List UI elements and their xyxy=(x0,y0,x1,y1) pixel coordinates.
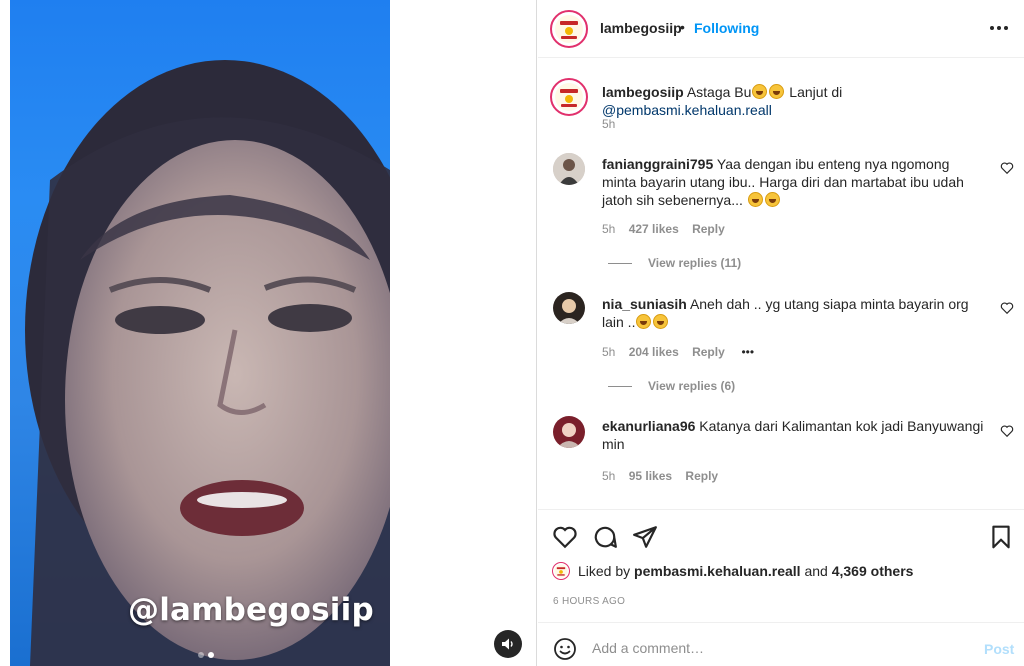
caption-time: 5h xyxy=(602,117,616,131)
like-comment-heart-icon[interactable] xyxy=(1000,301,1014,315)
comment-likes[interactable]: 427 likes xyxy=(629,222,679,236)
comment-input[interactable] xyxy=(592,635,962,661)
post-comment-button[interactable]: Post xyxy=(984,641,1014,657)
comment-text: nia_suniasih Aneh dah .. yg utang siapa … xyxy=(602,295,987,331)
laughing-emoji-icon xyxy=(653,314,669,329)
mute-toggle-button[interactable] xyxy=(494,630,522,658)
following-button[interactable]: Following xyxy=(694,20,759,36)
commenter-avatar[interactable] xyxy=(553,153,585,185)
save-bookmark-icon[interactable] xyxy=(988,524,1014,550)
video-watermark: @lambegosiip xyxy=(128,592,374,628)
caption-mention-link[interactable]: @pembasmi.kehaluan.reall xyxy=(602,102,772,118)
post-header: lambegosiip • Following xyxy=(538,0,1024,58)
likes-count-link[interactable]: 4,369 others xyxy=(832,563,914,579)
commenter-avatar[interactable] xyxy=(553,292,585,324)
like-comment-heart-icon[interactable] xyxy=(1000,161,1014,175)
carousel-dot-active xyxy=(208,652,214,658)
liker-avatar[interactable] xyxy=(552,562,570,580)
crying-emoji-icon xyxy=(752,84,768,99)
reply-button[interactable]: Reply xyxy=(685,469,718,483)
comment-meta: 5h 427 likes Reply xyxy=(602,222,725,236)
caption-username[interactable]: lambegosiip xyxy=(602,84,684,100)
post-timestamp: 6 HOURS AGO xyxy=(553,596,626,607)
post-video[interactable]: @lambegosiip xyxy=(10,0,390,666)
speaker-icon xyxy=(502,638,513,650)
comment-time: 5h xyxy=(602,469,616,483)
like-comment-heart-icon[interactable] xyxy=(1000,424,1014,438)
post-side-panel: lambegosiip • Following lambegosiip Asta… xyxy=(538,0,1024,666)
comment-likes[interactable]: 95 likes xyxy=(629,469,672,483)
comment-time: 5h xyxy=(602,222,616,236)
more-dot xyxy=(990,26,994,30)
reply-button[interactable]: Reply xyxy=(692,345,725,359)
laughing-emoji-icon xyxy=(747,192,763,207)
comment-username[interactable]: ekanurliana96 xyxy=(602,418,695,434)
liked-by-middle: and xyxy=(800,563,832,579)
more-options-button[interactable] xyxy=(988,18,1010,38)
view-replies-button[interactable]: View replies (11) xyxy=(608,256,741,270)
header-separator: • xyxy=(680,19,685,35)
add-comment-bar: Post xyxy=(538,622,1024,666)
comment-text: fanianggraini795 Yaa dengan ibu enteng n… xyxy=(602,155,987,209)
comment-more-options[interactable]: ••• xyxy=(741,345,754,359)
like-heart-icon[interactable] xyxy=(552,524,578,550)
video-frame-art xyxy=(25,60,390,666)
comments-list[interactable]: lambegosiip Astaga Bu Lanjut di @pembasm… xyxy=(538,59,1024,509)
carousel-indicator xyxy=(198,652,214,658)
comment-meta: 5h 204 likes Reply ••• xyxy=(602,345,754,359)
gossip-logo-icon xyxy=(555,83,583,111)
comment-time: 5h xyxy=(602,345,616,359)
liker-username[interactable]: pembasmi.kehaluan.reall xyxy=(634,563,801,579)
view-replies-button[interactable]: View replies (6) xyxy=(608,379,735,393)
post-action-bar xyxy=(538,509,1024,559)
comment-text: ekanurliana96 Katanya dari Kalimantan ko… xyxy=(602,417,987,453)
comment-meta: 5h 95 likes Reply xyxy=(602,469,718,483)
commenter-avatar[interactable] xyxy=(553,416,585,448)
caption-body: Astaga Bu xyxy=(686,84,752,100)
comment-username[interactable]: fanianggraini795 xyxy=(602,156,713,172)
media-pane: @lambegosiip xyxy=(0,0,537,666)
carousel-dot xyxy=(198,652,204,658)
author-username[interactable]: lambegosiip xyxy=(600,20,682,36)
caption-text: lambegosiip Astaga Bu Lanjut di @pembasm… xyxy=(602,83,1012,119)
comment-username[interactable]: nia_suniasih xyxy=(602,296,687,312)
caption-body-continued: Lanjut di xyxy=(785,84,843,100)
more-dot xyxy=(997,26,1001,30)
liked-by-summary: Liked by pembasmi.kehaluan.reall and 4,3… xyxy=(552,562,913,580)
profile-photo-icon xyxy=(553,153,585,185)
more-dot xyxy=(1004,26,1008,30)
laughing-emoji-icon xyxy=(764,192,780,207)
profile-photo-icon xyxy=(553,292,585,324)
liked-by-prefix: Liked by xyxy=(578,563,635,579)
gossip-logo-icon xyxy=(555,15,583,43)
laughing-emoji-icon xyxy=(636,314,652,329)
caption-avatar[interactable] xyxy=(550,78,588,116)
gossip-logo-icon xyxy=(554,564,568,578)
author-avatar[interactable] xyxy=(550,10,588,48)
profile-photo-icon xyxy=(553,416,585,448)
share-paper-plane-icon[interactable] xyxy=(632,524,658,550)
comment-likes[interactable]: 204 likes xyxy=(629,345,679,359)
comment-bubble-icon[interactable] xyxy=(592,524,618,550)
crying-emoji-icon xyxy=(769,84,785,99)
emoji-smiley-icon[interactable] xyxy=(553,637,577,661)
reply-button[interactable]: Reply xyxy=(692,222,725,236)
